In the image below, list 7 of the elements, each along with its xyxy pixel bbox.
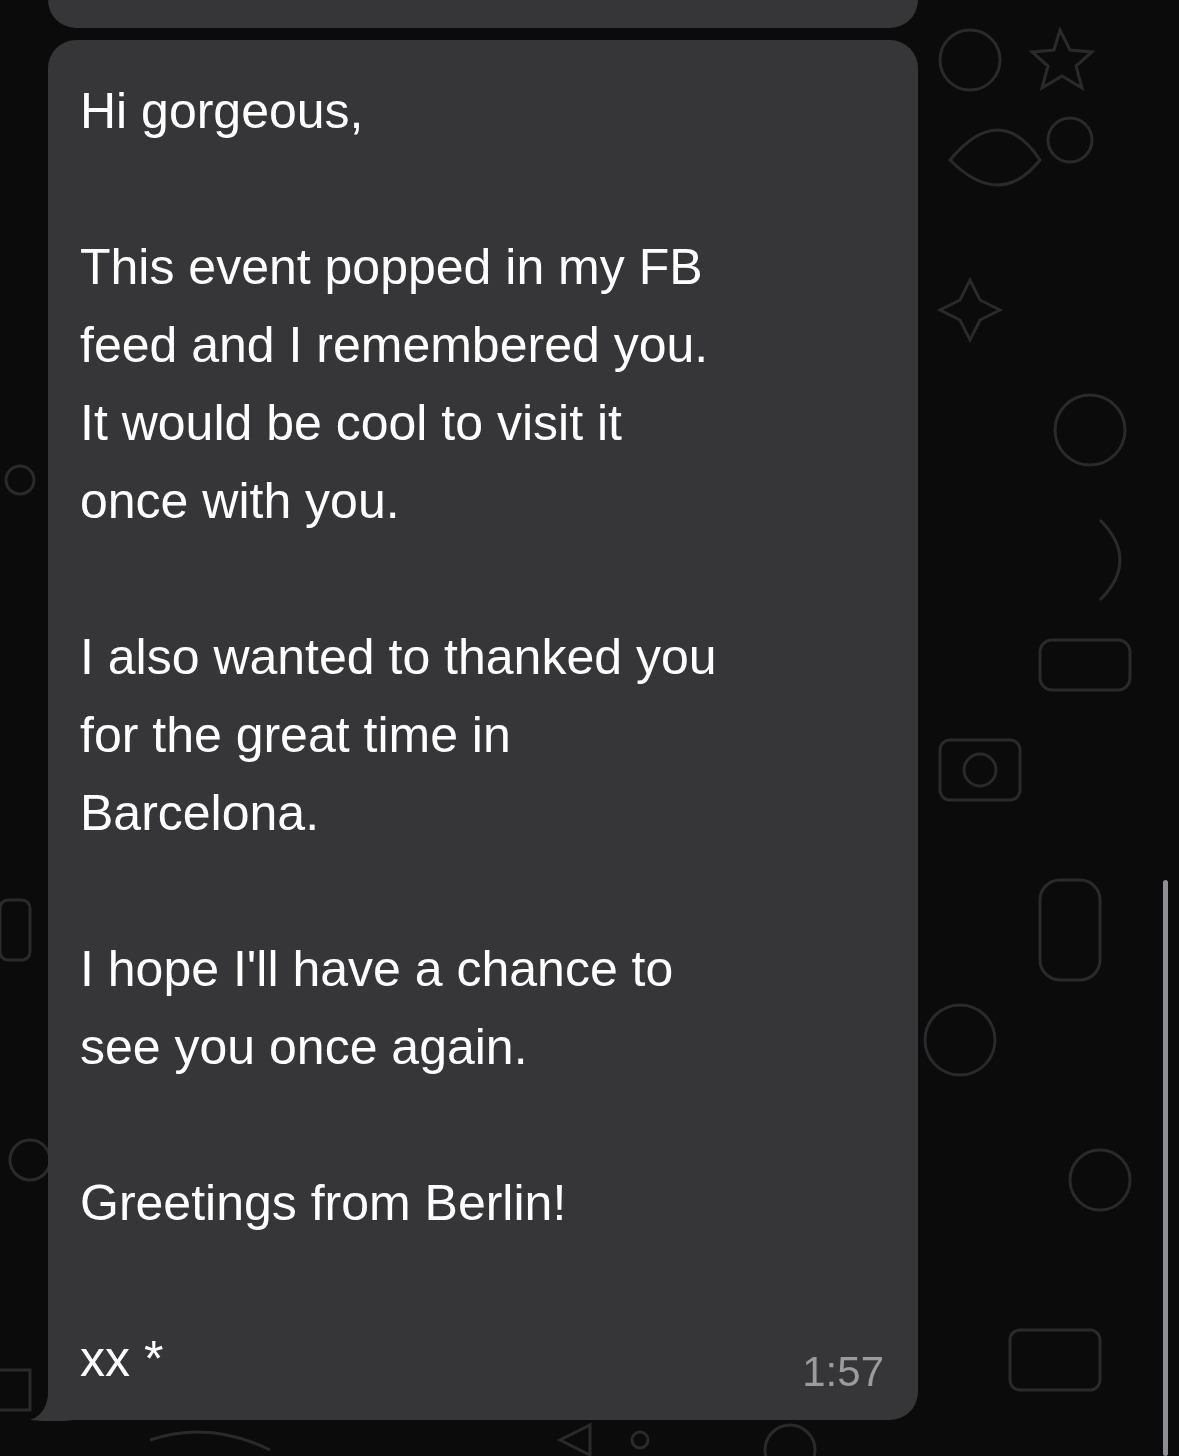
message-time: 1:57: [802, 1347, 884, 1397]
message-text: I hope I'll have a chance to see you once again.: [80, 940, 674, 1077]
message-text: Hi gorgeous,: [80, 82, 364, 141]
message-text: This event popped in my FB feed and I remembered you. It would be cool to visit it once with you.: [80, 238, 709, 531]
message-text: I also wanted to thanked you for the great time in Barcelona.: [80, 628, 717, 843]
message-text: xx *: [80, 1330, 164, 1389]
message-text: Greetings from Berlin!: [80, 1174, 567, 1233]
